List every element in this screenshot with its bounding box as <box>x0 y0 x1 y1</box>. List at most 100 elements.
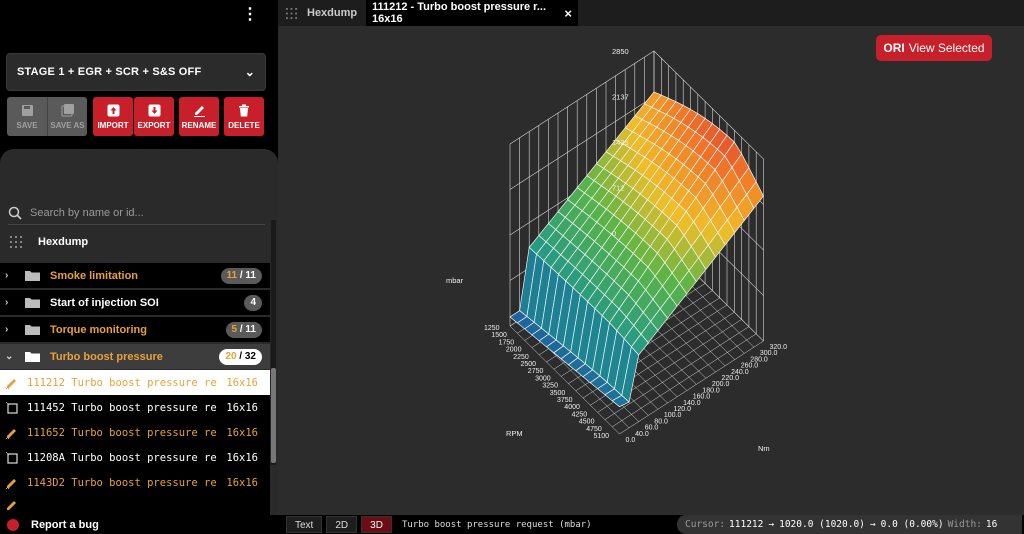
rpm-tick-label: 4500 <box>579 419 595 426</box>
chevron-down-icon: ⌄ <box>5 351 14 362</box>
count-badge: 11 / 11 <box>220 267 262 284</box>
rpm-tick-label: 3000 <box>535 375 551 382</box>
count-badge: 4 <box>244 294 262 311</box>
map-item-111452[interactable]: 111452 Turbo boost pressure requ 16x16 <box>0 395 270 420</box>
grid-icon <box>10 236 22 248</box>
view-3d-button[interactable]: 3D <box>361 516 392 533</box>
cursor-value: 1020.0 (1020.0) <box>779 519 865 530</box>
nm-tick-label: 80.0 <box>654 418 668 425</box>
nm-tick-label: 0.0 <box>626 437 636 444</box>
nm-tick-label: 40.0 <box>635 431 649 438</box>
surface-plot-3d[interactable]: 2850 2137 1425 712 0 125015001750200022502500… <box>278 26 1024 515</box>
arrow-right-icon: → <box>768 519 775 530</box>
rpm-tick-label: 1750 <box>499 339 515 346</box>
hexdump-item[interactable]: Hexdump <box>10 232 88 252</box>
view-text-button[interactable]: Text <box>286 516 323 533</box>
nm-tick-label: 260.0 <box>741 363 759 370</box>
x-axis-label: RPM <box>506 429 523 438</box>
edit-pencil-icon <box>5 498 19 512</box>
nm-tick-label: 300.0 <box>760 350 778 357</box>
category-smoke-limitation[interactable]: › Smoke limitation 11 / 11 <box>0 263 270 288</box>
rpm-tick-label: 2250 <box>513 354 529 361</box>
bug-icon <box>7 518 19 531</box>
nm-tick-label: 140.0 <box>683 400 701 407</box>
rpm-tick-label: 2500 <box>521 361 537 368</box>
map-item-1143d2[interactable]: 1143D2 Turbo boost pressure requ 16x16 <box>0 470 270 495</box>
folder-icon <box>25 352 40 362</box>
rpm-tick-label: 3750 <box>557 397 573 404</box>
import-wrap: IMPORT <box>93 97 133 136</box>
download-icon <box>147 103 161 117</box>
count-badge: 20 / 32 <box>219 348 262 365</box>
cursor-delta: 0.0 (0.00%) <box>880 519 944 530</box>
chevron-right-icon: › <box>5 324 9 335</box>
category-soi[interactable]: › Start of injection SOI 4 <box>0 290 270 315</box>
delete-wrap: DELETE <box>224 97 264 136</box>
map-square-icon <box>5 451 19 465</box>
upload-icon <box>106 103 120 117</box>
nm-tick-label: 180.0 <box>702 387 720 394</box>
rpm-tick-label: 2750 <box>528 368 544 375</box>
tab-map-111212[interactable]: 111212 - Turbo boost pressure r... 16x16… <box>366 0 578 26</box>
rpm-tick-label: 5100 <box>594 433 610 440</box>
nm-tick-label: 240.0 <box>731 369 749 376</box>
chevron-down-icon: ⌄ <box>244 65 255 79</box>
delete-button[interactable]: DELETE <box>224 97 264 136</box>
view-2d-button[interactable]: 2D <box>326 516 358 533</box>
search-box[interactable]: Search by name or id... <box>8 201 265 225</box>
nm-tick-label: 100.0 <box>664 412 682 419</box>
map-item-partial[interactable] <box>0 495 270 515</box>
rpm-tick-label: 3500 <box>550 390 566 397</box>
close-icon[interactable]: × <box>564 6 572 21</box>
report-bug-link[interactable]: Report a bug <box>0 515 278 534</box>
edit-pencil-icon <box>5 376 19 390</box>
folder-icon <box>25 271 40 281</box>
grid-icon <box>286 7 297 19</box>
count-badge: 5 / 11 <box>225 321 262 338</box>
folder-icon <box>25 298 40 308</box>
chevron-right-icon: › <box>5 297 9 308</box>
rpm-tick-label: 1250 <box>484 325 500 332</box>
rename-wrap: RENAME <box>179 97 219 136</box>
category-turbo-boost-pressure[interactable]: ⌄ Turbo boost pressure 20 / 32 <box>0 344 270 369</box>
map-item-11208a[interactable]: 11208A Turbo boost pressure requ 16x16 <box>0 445 270 470</box>
trash-icon <box>237 103 251 117</box>
save-as-button[interactable]: SAVE AS <box>47 97 87 136</box>
rpm-tick-label: 3250 <box>542 383 558 390</box>
rpm-tick-label: 2000 <box>506 347 522 354</box>
folder-icon <box>25 325 40 335</box>
save-icon <box>20 103 34 117</box>
search-input[interactable]: Search by name or id... <box>30 207 144 219</box>
search-icon <box>8 206 22 220</box>
scrollbar-thumb[interactable] <box>271 368 276 463</box>
width-value: 16 <box>985 519 998 530</box>
cursor-address: 111212 <box>729 519 764 530</box>
save-button[interactable]: SAVE <box>7 97 47 136</box>
z-tick-label: 2137 <box>612 93 629 102</box>
chevron-right-icon: › <box>5 270 9 281</box>
rename-button[interactable]: RENAME <box>179 97 219 136</box>
z-tick-label: 712 <box>612 184 625 193</box>
rpm-tick-label: 4000 <box>564 404 580 411</box>
rpm-tick-label: 4250 <box>572 411 588 418</box>
pencil-icon <box>192 103 206 117</box>
nm-tick-label: 160.0 <box>693 394 711 401</box>
tab-hexdump[interactable]: Hexdump <box>282 0 364 26</box>
sidebar: ⋮ STAGE 1 + EGR + SCR + S&S OFF ⌄ SAVE S… <box>0 0 278 534</box>
kebab-menu-icon[interactable]: ⋮ <box>242 5 258 25</box>
map-item-111212[interactable]: 111212 Turbo boost pressure requ 16x16 <box>0 370 270 395</box>
z-axis-label: mbar <box>446 276 464 285</box>
y-axis-label: Nm <box>758 444 770 453</box>
category-torque-monitoring[interactable]: › Torque monitoring 5 / 11 <box>0 317 270 342</box>
map-item-111652[interactable]: 111652 Turbo boost pressure requ 16x16 <box>0 420 270 445</box>
z-tick-label: 0 <box>612 229 616 238</box>
z-tick-label: 2850 <box>612 47 629 56</box>
preset-label: STAGE 1 + EGR + SCR + S&S OFF <box>17 66 202 78</box>
export-button[interactable]: EXPORT <box>134 97 174 136</box>
preset-dropdown[interactable]: STAGE 1 + EGR + SCR + S&S OFF ⌄ <box>6 53 266 91</box>
map-title: Turbo boost pressure request (mbar) <box>401 519 592 530</box>
import-button[interactable]: IMPORT <box>93 97 133 136</box>
ori-view-selected-button[interactable]: ORI View Selected <box>876 35 992 61</box>
nm-tick-label: 120.0 <box>674 406 692 413</box>
edit-pencil-icon <box>5 476 19 490</box>
